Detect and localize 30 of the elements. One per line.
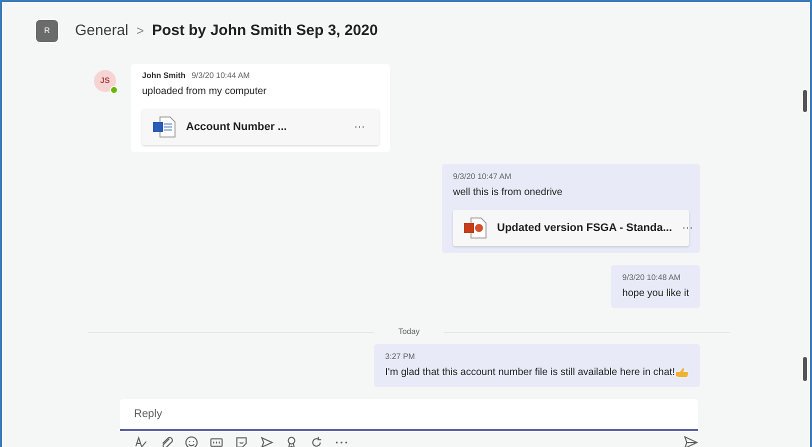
message-time: 9/3/20 10:48 AM: [622, 272, 682, 284]
message-text: I'm glad that this account number file is still available here in chat!: [385, 366, 675, 380]
user-avatar: JS: [94, 70, 116, 92]
message-time: 9/3/20 10:44 AM: [192, 70, 250, 82]
message-text: hope you like it: [622, 287, 689, 301]
loop-icon[interactable]: [309, 434, 324, 447]
scrollbar-thumb[interactable]: [803, 357, 807, 381]
channel-link[interactable]: General: [75, 20, 128, 42]
word-file-icon: [152, 116, 176, 138]
author-name: John Smith: [142, 70, 186, 82]
send-later-icon[interactable]: [259, 434, 274, 447]
file-attachment[interactable]: Account Number ... ···: [142, 109, 379, 145]
file-name: Account Number ...: [186, 120, 288, 135]
team-avatar[interactable]: R: [36, 20, 58, 42]
scrollbar-thumb[interactable]: [803, 90, 807, 112]
date-divider: Today: [397, 326, 421, 338]
format-icon[interactable]: [134, 434, 149, 447]
message-text: uploaded from my computer: [142, 85, 267, 99]
file-name: Updated version FSGA - Standa...: [497, 220, 672, 236]
message-time: 9/3/20 10:47 AM: [453, 171, 512, 183]
breadcrumb-separator: >: [136, 22, 144, 40]
powerpoint-file-icon: [463, 217, 487, 239]
sticker-icon[interactable]: [234, 434, 249, 447]
more-options-button[interactable]: ···: [354, 118, 365, 136]
post-title: Post by John Smith Sep 3, 2020: [152, 20, 378, 41]
message-text: well this is from onedrive: [453, 186, 562, 200]
emoji-icon[interactable]: [184, 434, 199, 447]
message-time: 3:27 PM: [385, 351, 416, 363]
send-icon[interactable]: [683, 434, 698, 447]
reply-field[interactable]: Reply: [120, 399, 698, 431]
